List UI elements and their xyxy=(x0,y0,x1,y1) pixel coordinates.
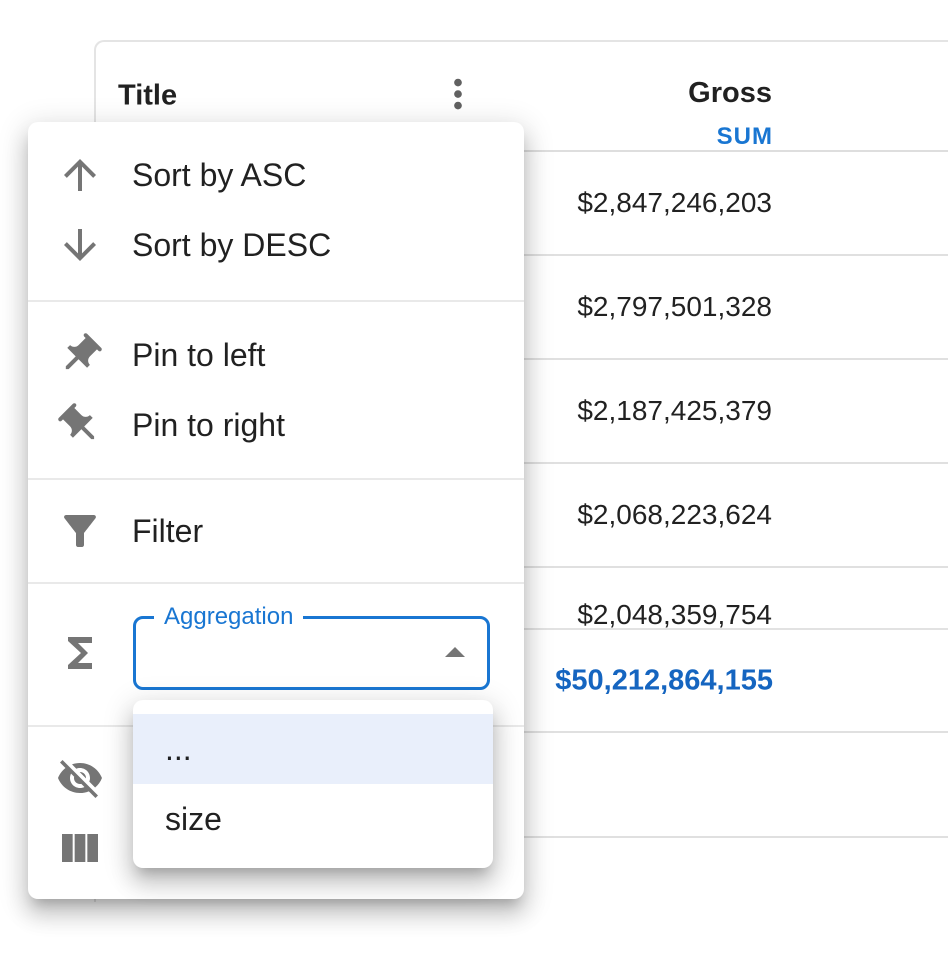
menu-item-label: Filter xyxy=(132,513,203,550)
filter-icon xyxy=(56,507,104,555)
aggregation-badge: SUM xyxy=(717,124,773,150)
menu-item-label: Pin to left xyxy=(132,337,265,374)
gross-cell[interactable]: $2,847,246,203 xyxy=(577,189,772,217)
menu-item-sort-desc[interactable]: Sort by DESC xyxy=(28,210,524,280)
menu-item-label: Sort by DESC xyxy=(132,227,331,264)
aggregation-dropdown: ... size xyxy=(133,700,493,868)
filter-section: Filter xyxy=(28,480,524,582)
menu-item-label: Sort by ASC xyxy=(132,157,306,194)
gross-sum-value[interactable]: $50,212,864,155 xyxy=(555,664,773,697)
aggregation-select[interactable]: Aggregation xyxy=(133,616,490,690)
gross-cell[interactable]: $2,048,359,754 xyxy=(577,601,772,628)
menu-item-pin-left[interactable]: Pin to left xyxy=(28,320,524,390)
pin-left-icon xyxy=(56,331,104,379)
eye-off-icon xyxy=(56,754,104,802)
menu-item-pin-right[interactable]: Pin to right xyxy=(28,390,524,460)
pin-section: Pin to left Pin to right xyxy=(28,302,524,478)
gross-cell[interactable]: $2,797,501,328 xyxy=(577,293,772,321)
column-header-title[interactable]: Title xyxy=(118,80,177,113)
arrow-down-icon xyxy=(56,221,104,269)
menu-item-sort-asc[interactable]: Sort by ASC xyxy=(28,140,524,210)
aggregation-select-label: Aggregation xyxy=(154,603,303,631)
gross-cell[interactable]: $2,187,425,379 xyxy=(577,397,772,425)
column-header-gross[interactable]: Gross xyxy=(688,78,772,108)
aggregation-option-size[interactable]: size xyxy=(133,784,493,854)
column-menu-button[interactable] xyxy=(434,71,482,119)
arrow-up-icon xyxy=(56,151,104,199)
menu-item-filter[interactable]: Filter xyxy=(28,496,524,566)
dropdown-arrow-up-icon[interactable] xyxy=(431,629,479,677)
columns-icon xyxy=(56,824,104,872)
sort-section: Sort by ASC Sort by DESC xyxy=(28,122,524,300)
sigma-icon xyxy=(56,629,104,677)
menu-item-label: Pin to right xyxy=(132,407,285,444)
more-vert-icon xyxy=(435,105,481,120)
aggregation-option-ellipsis[interactable]: ... xyxy=(133,714,493,784)
pin-right-icon xyxy=(56,401,104,449)
gross-cell[interactable]: $2,068,223,624 xyxy=(577,501,772,529)
